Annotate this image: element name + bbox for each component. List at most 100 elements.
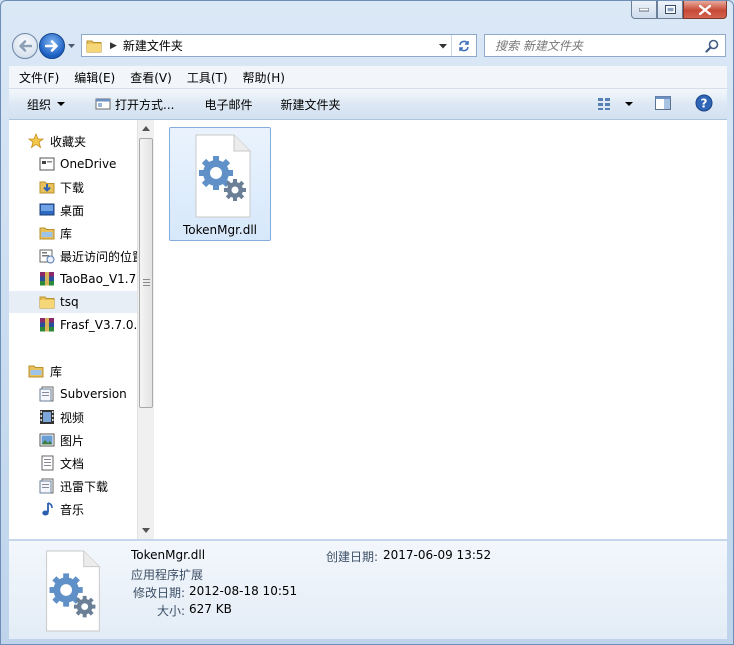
breadcrumb-separator[interactable]: ▶ [110, 41, 117, 51]
navigation-pane: 收藏夹 OneDrive 下载 桌面 库 最近访问的位置 TaoBao_V1.7… [9, 120, 137, 539]
details-file-type: 应用程序扩展 [131, 568, 204, 582]
organize-button[interactable]: 组织 [27, 93, 66, 115]
menu-view[interactable]: 查看(V) [120, 69, 177, 86]
view-controls: ? [597, 89, 727, 119]
details-pane: TokenMgr.dll 应用程序扩展 修改日期: 2012-08-18 10:… [9, 540, 727, 639]
email-button[interactable]: 电子邮件 [204, 93, 252, 115]
nav-item-subversion[interactable]: Subversion [9, 383, 137, 405]
library-icon [39, 225, 55, 241]
email-label: 电子邮件 [204, 97, 253, 112]
open-with-icon [95, 98, 111, 110]
nav-item-library[interactable]: 库 [9, 222, 137, 244]
back-arrow-icon [19, 40, 32, 52]
menu-file[interactable]: 文件(F) [9, 69, 64, 86]
details-size-value: 627 KB [189, 602, 232, 616]
nav-item-videos[interactable]: 视频 [9, 406, 137, 428]
caption-buttons [631, 1, 727, 21]
details-filename: TokenMgr.dll [131, 548, 206, 562]
star-icon [28, 133, 44, 149]
dll-gear-icon [46, 550, 100, 632]
maximize-button[interactable] [657, 1, 683, 19]
menu-bar: 文件(F) 编辑(E) 查看(V) 工具(T) 帮助(H) [9, 66, 727, 89]
menu-help[interactable]: 帮助(H) [233, 69, 290, 86]
nav-scrollbar[interactable] [137, 120, 154, 539]
menu-edit[interactable]: 编辑(E) [64, 69, 120, 86]
scroll-up-arrow-icon[interactable] [142, 126, 150, 131]
nav-item-downloads[interactable]: 下载 [9, 176, 137, 198]
scroll-thumb[interactable] [139, 138, 153, 408]
preview-pane-button[interactable] [655, 95, 671, 113]
recent-pages-dropdown[interactable] [67, 41, 76, 51]
file-list[interactable]: TokenMgr.dll [154, 120, 727, 539]
pictures-icon [39, 432, 55, 448]
chevron-down-icon [57, 102, 66, 106]
file-name: TokenMgr.dll [182, 223, 258, 237]
dll-gear-icon [195, 134, 251, 218]
nav-item-pictures[interactable]: 图片 [9, 429, 137, 451]
breadcrumb-current[interactable]: 新建文件夹 [123, 37, 183, 54]
details-created-label: 创建日期: [326, 550, 379, 564]
video-icon [39, 409, 55, 425]
preview-pane-icon [655, 95, 671, 110]
explorer-window: ▶ 新建文件夹 文件(F) 编辑(E) 查看(V) 工具(T) 帮助(H) 组织… [0, 0, 734, 645]
scroll-grip [143, 279, 150, 288]
search-box[interactable] [484, 34, 726, 57]
rar-archive-icon [39, 271, 55, 287]
nav-item-label: OneDrive [60, 157, 117, 171]
chevron-down-icon[interactable] [625, 102, 633, 106]
help-icon: ? [695, 94, 713, 111]
address-bar[interactable]: ▶ 新建文件夹 [81, 34, 477, 57]
folder-icon [86, 40, 102, 52]
music-note-icon [39, 501, 55, 517]
menu-tools[interactable]: 工具(T) [177, 69, 233, 86]
details-modified-label: 修改日期: [133, 586, 186, 600]
document-library-icon [39, 386, 55, 402]
library-icon [28, 363, 44, 379]
details-modified-value: 2012-08-18 10:51 [189, 584, 298, 598]
minimize-button[interactable] [631, 1, 657, 19]
nav-item-frasf[interactable]: Frasf_V3.7.0.0 [9, 314, 137, 336]
nav-item-label: 视频 [60, 410, 85, 425]
new-folder-button[interactable]: 新建文件夹 [280, 93, 340, 115]
scroll-down-arrow-icon[interactable] [142, 528, 150, 533]
nav-item-music[interactable]: 音乐 [9, 498, 137, 520]
nav-item-label: Subversion [60, 387, 127, 401]
nav-item-tsq[interactable]: tsq [9, 291, 137, 313]
back-button[interactable] [12, 33, 38, 59]
open-with-button[interactable]: 打开方式... [95, 93, 174, 115]
forward-button[interactable] [39, 33, 65, 59]
close-button[interactable] [683, 1, 727, 19]
nav-libraries-label: 库 [50, 364, 63, 379]
details-created-value: 2017-06-09 13:52 [383, 548, 492, 562]
view-options-icon [598, 98, 610, 110]
address-history-dropdown[interactable] [438, 41, 448, 51]
nav-libraries-header[interactable]: 库 [9, 360, 137, 382]
nav-item-documents[interactable]: 文档 [9, 452, 137, 474]
forward-arrow-icon [45, 40, 58, 52]
nav-item-onedrive[interactable]: OneDrive [9, 153, 137, 175]
nav-item-label: 图片 [60, 433, 85, 448]
help-button[interactable]: ? [695, 94, 713, 115]
nav-favorites-header[interactable]: 收藏夹 [9, 130, 137, 152]
nav-item-label: 迅雷下载 [60, 479, 109, 494]
search-input[interactable] [493, 37, 707, 54]
nav-item-thunder-downloads[interactable]: 迅雷下载 [9, 475, 137, 497]
change-view-button[interactable] [597, 97, 633, 111]
search-icon[interactable] [705, 39, 719, 53]
nav-item-label: 最近访问的位置 [60, 249, 137, 264]
nav-item-taobao[interactable]: TaoBao_V1.7 [9, 268, 137, 290]
nav-item-label: Frasf_V3.7.0.0 [60, 318, 137, 332]
nav-item-desktop[interactable]: 桌面 [9, 199, 137, 221]
refresh-button[interactable] [451, 35, 476, 56]
folder-icon [39, 294, 55, 310]
nav-item-label: 音乐 [60, 502, 85, 517]
documents-icon [39, 455, 55, 471]
details-size-label: 大小: [157, 604, 186, 618]
nav-item-label: TaoBao_V1.7 [60, 272, 137, 286]
svg-text:?: ? [701, 96, 708, 110]
file-item[interactable]: TokenMgr.dll [169, 127, 271, 241]
nav-item-label: 桌面 [60, 203, 85, 218]
nav-item-recent-places[interactable]: 最近访问的位置 [9, 245, 137, 267]
recent-places-icon [39, 248, 55, 264]
command-bar: 组织 打开方式... 电子邮件 新建文件夹 ? [9, 89, 727, 120]
